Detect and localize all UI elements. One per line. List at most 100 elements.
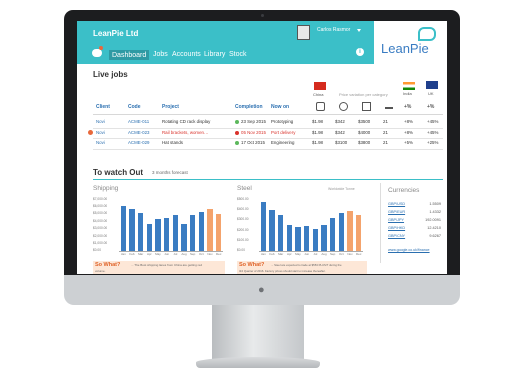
x-tick-label: Apr — [146, 252, 152, 256]
cell-v1: $1.98 — [312, 129, 323, 135]
currency-pair[interactable]: GBP/EUR — [388, 210, 405, 215]
so-what-text: ... Steel are expected to trade at $553 … — [271, 263, 342, 267]
x-tick-label: Sep — [189, 252, 196, 256]
y-tick: $4,000.00 — [93, 219, 108, 223]
x-tick-label: Jan — [260, 252, 266, 256]
steel-title: Steel — [237, 185, 252, 192]
x-tick-label: Oct — [198, 252, 204, 256]
so-what-text-2: volume. — [95, 269, 106, 273]
monitor-stand — [212, 305, 304, 361]
cell-now-on: Engineering — [271, 140, 295, 145]
bar — [355, 214, 362, 251]
cell-project[interactable]: Hat stands — [162, 140, 183, 145]
avatar[interactable] — [297, 25, 310, 40]
currency-value: 192.0091 — [425, 218, 441, 222]
currency-value: 1.5509 — [429, 202, 441, 206]
cell-v3: $3500 — [358, 119, 371, 124]
currency-pair[interactable]: GBP/USD — [388, 202, 405, 207]
bar — [269, 210, 275, 251]
y-tick: $3,000.00 — [93, 226, 108, 230]
jobs-header-row: Client Code Project Completion Now on +%… — [93, 101, 443, 113]
cell-v2: $342 — [335, 119, 345, 124]
currency-pair[interactable]: GBP/HKD — [388, 226, 405, 231]
bar — [163, 217, 170, 251]
bar — [215, 213, 222, 251]
chat-icon[interactable] — [92, 49, 102, 57]
currency-pair[interactable]: GBP/CNY — [388, 234, 405, 239]
currencies-title: Currencies — [388, 187, 420, 194]
bar — [129, 209, 135, 251]
app-title: LeanPie Ltd — [93, 29, 139, 38]
cell-v4: 21 — [383, 129, 388, 135]
currency-value: 1.4332 — [429, 210, 441, 214]
shipping-so-what: So What? ... The Bust shipping lanes fro… — [93, 261, 225, 274]
watch-divider — [93, 179, 443, 180]
logo-text: LeanPie — [381, 41, 429, 56]
cell-uk: +45% — [427, 129, 439, 135]
bar — [120, 206, 126, 251]
status-dot — [235, 141, 239, 145]
bar — [347, 211, 353, 251]
chevron-down-icon[interactable] — [357, 29, 361, 32]
x-tick-label: May — [295, 252, 301, 256]
col-code: Code — [128, 104, 141, 110]
notification-badge — [99, 46, 103, 50]
user-name[interactable]: Carlos Rasmor — [317, 28, 350, 33]
currency-pair[interactable]: GBP/JPY — [388, 218, 404, 223]
flag-uk — [426, 81, 438, 89]
bar — [198, 212, 204, 251]
y-tick: $400.00 — [237, 207, 249, 211]
x-tick-label: Aug — [321, 252, 327, 256]
bar — [277, 214, 284, 251]
nav-tab-accounts[interactable]: Accounts — [172, 51, 201, 58]
india-pct-header: +% — [404, 104, 412, 110]
so-what-label: So What? — [239, 262, 265, 268]
uk-pct-header: +% — [427, 104, 435, 110]
nav-tab-jobs[interactable]: Jobs — [153, 51, 168, 58]
bar — [260, 202, 266, 251]
watch-title: To watch Out — [93, 168, 144, 177]
bar — [189, 215, 196, 251]
y-tick: $7,000.00 — [93, 197, 108, 201]
col-now-on: Now on — [271, 104, 290, 110]
y-tick: $100.00 — [237, 238, 249, 242]
x-tick-label: Apr — [286, 252, 292, 256]
apple-logo-icon: ● — [258, 284, 265, 296]
monitor-chin: ● — [64, 275, 460, 305]
cell-code[interactable]: ACME-011 — [128, 119, 149, 124]
flag-china — [314, 82, 326, 90]
cell-v1: $1.98 — [312, 140, 323, 145]
screen: LeanPie Ltd Dashboard Jobs Accounts Libr… — [77, 21, 447, 274]
table-row[interactable]: Novi ACME-029 Hat stands 17 Oct 2015 Enginee… — [93, 138, 443, 150]
category-icon-3 — [362, 102, 371, 111]
x-tick-label: Jun — [304, 252, 310, 256]
shipping-title: Shipping — [93, 185, 119, 192]
col-project: Project — [162, 104, 179, 110]
nav-tab-stock[interactable]: Stock — [229, 51, 247, 58]
x-tick-label: Nov — [347, 252, 353, 256]
row-divider — [93, 114, 443, 115]
y-tick: $300.00 — [237, 217, 249, 221]
price-caption: Price variation per category — [339, 92, 388, 97]
x-tick-label: Dec — [215, 252, 222, 256]
nav-tab-dashboard[interactable]: Dashboard — [109, 50, 150, 60]
bar — [321, 225, 327, 251]
x-tick-label: Jun — [164, 252, 170, 256]
cell-india: +5% — [404, 140, 413, 145]
info-icon[interactable]: i — [356, 48, 364, 56]
cell-v1: $1.98 — [312, 119, 323, 124]
cell-code[interactable]: ACME-029 — [128, 140, 149, 145]
bar — [338, 212, 344, 251]
category-icon-1 — [316, 102, 325, 111]
currency-value: 12.4210 — [427, 226, 441, 230]
logo-block: LeanPie — [374, 21, 447, 65]
x-tick-label: Nov — [207, 252, 213, 256]
cell-project[interactable]: Rotating CD rack display — [162, 119, 210, 124]
category-icon-2 — [339, 102, 348, 111]
cell-project[interactable]: Rail brackets, women… — [162, 130, 208, 135]
finance-link[interactable]: www.google.co.uk/finance — [388, 248, 430, 253]
cell-code[interactable]: ACME-023 — [128, 130, 149, 135]
live-jobs-title: Live jobs — [93, 70, 128, 79]
nav-tab-library[interactable]: Library — [204, 51, 225, 58]
status-dot — [235, 130, 239, 135]
